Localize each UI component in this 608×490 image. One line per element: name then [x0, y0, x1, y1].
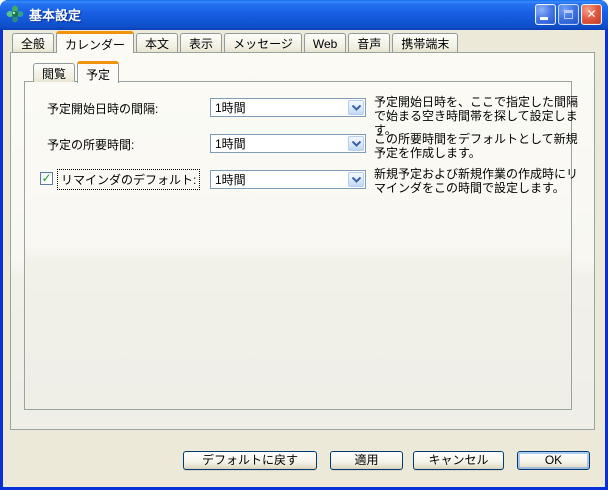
duration-select[interactable]: 1時間	[210, 134, 366, 153]
titlebar[interactable]: 基本設定 ✕	[0, 0, 608, 30]
chevron-down-icon[interactable]	[348, 136, 364, 151]
duration-label: 予定の所要時間:	[47, 136, 134, 153]
start-interval-select[interactable]: 1時間	[210, 98, 366, 117]
tab-body[interactable]: 本文	[136, 33, 178, 52]
calendar-tab-panel: 閲覧 予定 予定開始日時の間隔: 1時間 予定開始日時を、ここで指定した間隔で始…	[10, 52, 595, 430]
maximize-button[interactable]	[558, 4, 579, 25]
start-interval-label: 予定開始日時の間隔:	[47, 100, 158, 117]
chevron-down-icon[interactable]	[348, 172, 364, 187]
main-tabstrip: 全般 カレンダー 本文 表示 メッセージ Web 音声 携帯端末	[12, 31, 458, 52]
window-controls: ✕	[535, 4, 602, 25]
reminder-select[interactable]: 1時間	[210, 170, 366, 189]
cancel-button[interactable]: キャンセル	[413, 451, 504, 470]
dialog-body: 全般 カレンダー 本文 表示 メッセージ Web 音声 携帯端末 閲覧 予定 予…	[3, 30, 605, 487]
apply-button[interactable]: 適用	[330, 451, 403, 470]
tab-display[interactable]: 表示	[180, 33, 222, 52]
close-button[interactable]: ✕	[581, 4, 602, 25]
start-interval-description: 予定開始日時を、ここで指定した間隔で始まる空き時間帯を探して設定します。	[374, 95, 589, 137]
schedule-subtab-panel: 予定開始日時の間隔: 1時間 予定開始日時を、ここで指定した間隔で始まる空き時間…	[24, 81, 572, 410]
ok-button[interactable]: OK	[517, 451, 590, 470]
reminder-description: 新規予定および新規作業の作成時にリマインダをこの時間で設定します。	[374, 167, 589, 195]
maximize-icon	[564, 10, 573, 19]
restore-defaults-button[interactable]: デフォルトに戻す	[183, 451, 317, 470]
minimize-button[interactable]	[535, 4, 556, 25]
tab-mobile[interactable]: 携帯端末	[392, 33, 458, 52]
checkmark-icon: ✓	[41, 173, 51, 184]
tab-general[interactable]: 全般	[12, 33, 54, 52]
subtab-schedule[interactable]: 予定	[77, 61, 119, 83]
reminder-value: 1時間	[211, 171, 347, 188]
chevron-down-icon[interactable]	[348, 100, 364, 115]
tab-voice[interactable]: 音声	[348, 33, 390, 52]
reminder-label[interactable]: リマインダのデフォルト:	[57, 169, 200, 190]
duration-value: 1時間	[211, 135, 347, 152]
tab-web[interactable]: Web	[304, 33, 346, 52]
subtab-browse[interactable]: 閲覧	[33, 63, 75, 82]
tab-message[interactable]: メッセージ	[224, 33, 302, 52]
duration-description: この所要時間をデフォルトとして新規予定を作成します。	[374, 132, 589, 160]
sub-tabstrip: 閲覧 予定	[33, 60, 119, 82]
start-interval-value: 1時間	[211, 99, 347, 116]
close-icon: ✕	[582, 7, 601, 22]
dialog-window: 基本設定 ✕ 全般 カレンダー 本文 表示 メッセージ Web 音声 携帯端末	[0, 0, 608, 490]
reminder-checkbox[interactable]: ✓	[40, 172, 53, 185]
tab-calendar[interactable]: カレンダー	[56, 31, 134, 53]
window-title: 基本設定	[29, 5, 535, 24]
minimize-icon	[540, 17, 548, 20]
app-icon	[6, 5, 24, 23]
